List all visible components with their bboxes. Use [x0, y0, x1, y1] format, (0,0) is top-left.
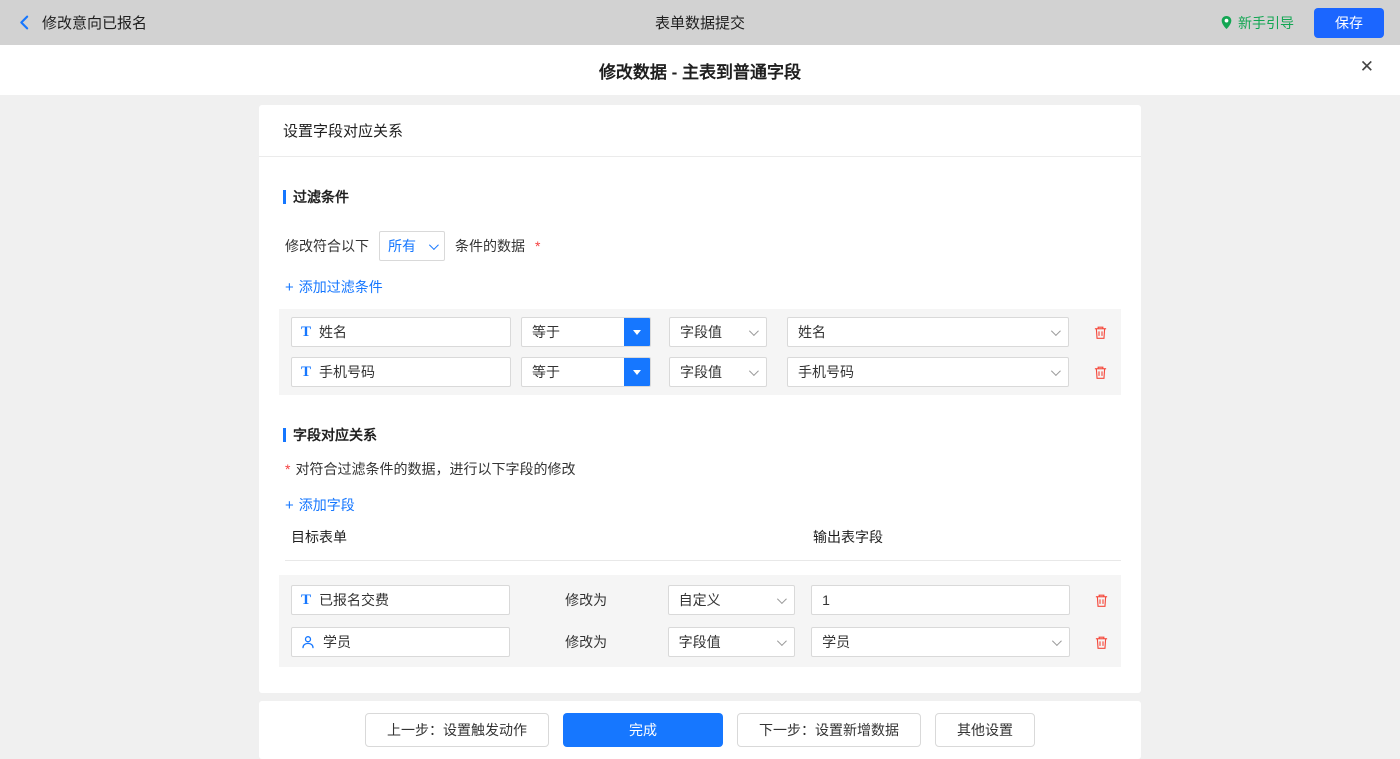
value-type-select[interactable]: 自定义 — [668, 585, 796, 615]
chevron-down-icon — [749, 326, 759, 336]
modal-title: 修改数据 - 主表到普通字段 — [599, 58, 801, 83]
center-title: 表单数据提交 — [0, 12, 1400, 33]
action-label: 修改为 — [565, 590, 668, 610]
value-type-select[interactable]: 字段值 — [669, 317, 767, 347]
trash-icon — [1094, 635, 1109, 650]
chevron-down-icon — [633, 370, 641, 375]
footer-bar: 上一步：设置触发动作 完成 下一步：设置新增数据 其他设置 — [259, 701, 1141, 759]
value-type-select[interactable]: 字段值 — [669, 357, 767, 387]
filter-section-title: 过滤条件 — [279, 187, 1121, 207]
filter-row: T 等于 字段值 姓名 — [291, 317, 1109, 347]
save-button[interactable]: 保存 — [1314, 8, 1384, 38]
output-field-select[interactable]: 学员 — [811, 627, 1070, 657]
back-icon[interactable] — [16, 14, 33, 31]
mapping-row: T 修改为 自定义 — [291, 585, 1109, 615]
settings-card: 设置字段对应关系 过滤条件 修改符合以下 所有 条件的数据 * + 添加过滤条件 — [259, 105, 1141, 693]
other-settings-button[interactable]: 其他设置 — [935, 713, 1035, 747]
topbar: 修改意向已报名 表单数据提交 新手引导 保存 — [0, 0, 1400, 45]
delete-row-button[interactable] — [1094, 593, 1109, 608]
mapping-description: * 对符合过滤条件的数据，进行以下字段的修改 — [285, 459, 1121, 479]
text-field-icon: T — [301, 325, 311, 340]
modal-header: 修改数据 - 主表到普通字段 ✕ — [0, 45, 1400, 95]
operator-caret-button[interactable] — [624, 318, 650, 346]
filter-field-value[interactable] — [319, 364, 501, 380]
mapping-row: 修改为 字段值 学员 — [291, 627, 1109, 657]
target-form-header: 目标表单 — [291, 529, 347, 545]
delete-row-button[interactable] — [1093, 365, 1108, 380]
operator-select[interactable]: 等于 — [521, 317, 651, 347]
page-title: 修改意向已报名 — [42, 12, 147, 33]
value-type-select[interactable]: 字段值 — [668, 627, 796, 657]
plus-icon: + — [285, 498, 294, 513]
match-condition-row: 修改符合以下 所有 条件的数据 * — [285, 231, 1121, 261]
filter-field-value[interactable] — [319, 324, 501, 340]
trash-icon — [1094, 593, 1109, 608]
match-mode-select[interactable]: 所有 — [379, 231, 445, 261]
chevron-down-icon — [777, 636, 787, 646]
filter-field-input[interactable]: T — [291, 357, 511, 387]
target-field-input[interactable]: T — [291, 585, 510, 615]
delete-row-button[interactable] — [1093, 325, 1108, 340]
trash-icon — [1093, 365, 1108, 380]
done-button[interactable]: 完成 — [563, 713, 723, 747]
prev-step-button[interactable]: 上一步：设置触发动作 — [365, 713, 549, 747]
match-suffix-label: 条件的数据 — [455, 236, 525, 256]
custom-value-input[interactable] — [811, 585, 1070, 615]
required-asterisk: * — [535, 238, 540, 254]
add-filter-condition-link[interactable]: + 添加过滤条件 — [285, 277, 1121, 297]
location-pin-icon — [1220, 15, 1233, 30]
close-icon[interactable]: ✕ — [1360, 58, 1374, 75]
compare-value-select[interactable]: 手机号码 — [787, 357, 1069, 387]
match-prefix-label: 修改符合以下 — [285, 236, 369, 256]
card-title: 设置字段对应关系 — [259, 105, 1141, 157]
add-field-link[interactable]: + 添加字段 — [285, 495, 1121, 515]
operator-select[interactable]: 等于 — [521, 357, 651, 387]
filter-field-input[interactable]: T — [291, 317, 511, 347]
chevron-down-icon — [633, 330, 641, 335]
beginner-guide-label: 新手引导 — [1238, 13, 1294, 33]
beginner-guide-link[interactable]: 新手引导 — [1220, 13, 1294, 33]
compare-value-select[interactable]: 姓名 — [787, 317, 1069, 347]
chevron-down-icon — [429, 240, 439, 250]
required-asterisk: * — [285, 461, 290, 477]
section-marker — [283, 428, 286, 442]
operator-caret-button[interactable] — [624, 358, 650, 386]
target-field-value[interactable] — [323, 634, 500, 650]
person-icon — [301, 635, 315, 649]
delete-row-button[interactable] — [1094, 635, 1109, 650]
target-field-value[interactable] — [319, 592, 500, 608]
modal-body: 设置字段对应关系 过滤条件 修改符合以下 所有 条件的数据 * + 添加过滤条件 — [0, 95, 1400, 755]
output-field-header: 输出表字段 — [813, 527, 883, 547]
mapping-section-title: 字段对应关系 — [279, 425, 1121, 445]
mapping-rows-panel: T 修改为 自定义 — [279, 575, 1121, 667]
text-field-icon: T — [301, 365, 311, 380]
mapping-table-header: 目标表单 输出表字段 — [285, 527, 1121, 561]
filter-row: T 等于 字段值 手机号码 — [291, 357, 1109, 387]
section-marker — [283, 190, 286, 204]
target-field-input[interactable] — [291, 627, 510, 657]
chevron-down-icon — [1052, 636, 1062, 646]
chevron-down-icon — [1051, 326, 1061, 336]
text-field-icon: T — [301, 593, 311, 608]
next-step-button[interactable]: 下一步：设置新增数据 — [737, 713, 921, 747]
chevron-down-icon — [1051, 366, 1061, 376]
chevron-down-icon — [749, 366, 759, 376]
action-label: 修改为 — [565, 632, 668, 652]
filter-rows-panel: T 等于 字段值 姓名 — [279, 309, 1121, 395]
chevron-down-icon — [777, 594, 787, 604]
plus-icon: + — [285, 280, 294, 295]
trash-icon — [1093, 325, 1108, 340]
